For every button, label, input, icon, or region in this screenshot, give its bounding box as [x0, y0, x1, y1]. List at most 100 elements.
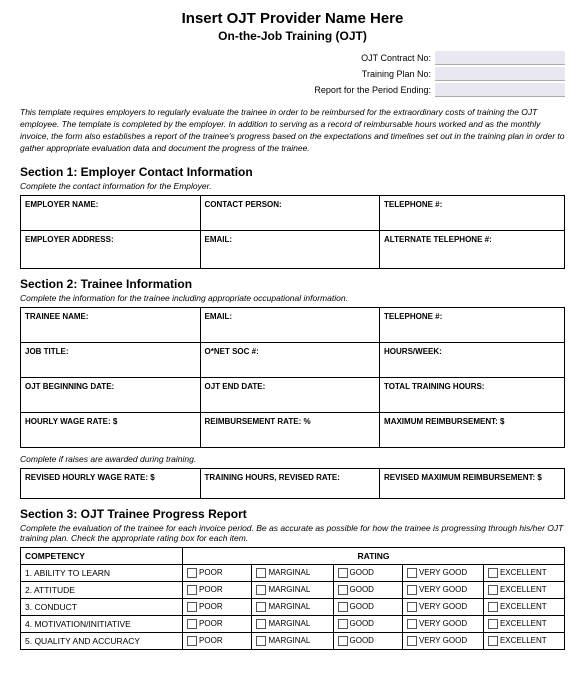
period-label: Report for the Period Ending: — [314, 85, 431, 95]
checkbox-icon[interactable] — [488, 585, 498, 595]
period-input[interactable] — [435, 83, 565, 97]
s3-item-5-marginal[interactable]: MARGINAL — [252, 632, 333, 649]
s3-item-3-excellent[interactable]: EXCELLENT — [483, 598, 564, 615]
s3-item-4-good[interactable]: GOOD — [333, 615, 402, 632]
plan-label: Training Plan No: — [362, 69, 431, 79]
section2-sub: Complete the information for the trainee… — [20, 293, 565, 303]
checkbox-icon[interactable] — [256, 568, 266, 578]
s3-item-2-good[interactable]: GOOD — [333, 581, 402, 598]
checkbox-icon[interactable] — [187, 636, 197, 646]
checkbox-icon[interactable] — [407, 619, 417, 629]
s3-item-3-good[interactable]: GOOD — [333, 598, 402, 615]
s3-header-row: COMPETENCY RATING — [21, 547, 565, 564]
s3-item-1-good[interactable]: GOOD — [333, 564, 402, 581]
s3-rating-header: RATING — [183, 547, 565, 564]
checkbox-icon[interactable] — [338, 585, 348, 595]
checkbox-icon[interactable] — [407, 585, 417, 595]
s1-r2-c2: EMAIL: — [200, 230, 380, 268]
section1-title: Section 1: Employer Contact Information — [20, 165, 565, 179]
plan-input[interactable] — [435, 67, 565, 81]
checkbox-icon[interactable] — [256, 619, 266, 629]
s3-item-3-marginal[interactable]: MARGINAL — [252, 598, 333, 615]
checkbox-icon[interactable] — [256, 585, 266, 595]
s2-r4-c2: REIMBURSEMENT RATE: % — [200, 412, 380, 447]
checkbox-icon[interactable] — [256, 602, 266, 612]
s3-item-2-excellent[interactable]: EXCELLENT — [483, 581, 564, 598]
checkbox-icon[interactable] — [187, 619, 197, 629]
s3-item-1-marginal[interactable]: MARGINAL — [252, 564, 333, 581]
s3-item-4-poor[interactable]: POOR — [183, 615, 252, 632]
s3-item-5-verygood[interactable]: VERY GOOD — [402, 632, 483, 649]
raises-sub: Complete if raises are awarded during tr… — [20, 454, 565, 464]
s2-r1-c3: TELEPHONE #: — [380, 307, 565, 342]
s3-item-1-label: 1. ABILITY TO LEARN — [21, 564, 183, 581]
s2-r3-c3: TOTAL TRAINING HOURS: — [380, 377, 565, 412]
s3-competency-header: COMPETENCY — [21, 547, 183, 564]
checkbox-icon[interactable] — [338, 568, 348, 578]
checkbox-icon[interactable] — [256, 636, 266, 646]
s3-item-3-poor[interactable]: POOR — [183, 598, 252, 615]
s3-item-3-verygood[interactable]: VERY GOOD — [402, 598, 483, 615]
s3-item-2-marginal[interactable]: MARGINAL — [252, 581, 333, 598]
s3-item-row-4: 4. MOTIVATION/INITIATIVE POOR MARGINAL G… — [21, 615, 565, 632]
section1-sub: Complete the contact information for the… — [20, 181, 565, 191]
s2-r1-c2: EMAIL: — [200, 307, 380, 342]
checkbox-icon[interactable] — [338, 619, 348, 629]
s1-row2: EMPLOYER ADDRESS: EMAIL: ALTERNATE TELEP… — [21, 230, 565, 268]
section3-table: COMPETENCY RATING 1. ABILITY TO LEARN PO… — [20, 547, 565, 650]
s2-row5: REVISED HOURLY WAGE RATE: $ TRAINING HOU… — [21, 468, 565, 498]
checkbox-icon[interactable] — [338, 636, 348, 646]
s3-item-2-label: 2. ATTITUDE — [21, 581, 183, 598]
s3-item-1-poor[interactable]: POOR — [183, 564, 252, 581]
section1-table: EMPLOYER NAME: CONTACT PERSON: TELEPHONE… — [20, 195, 565, 269]
checkbox-icon[interactable] — [187, 568, 197, 578]
s2-r1-c1: TRAINEE NAME: — [21, 307, 201, 342]
s3-item-2-verygood[interactable]: VERY GOOD — [402, 581, 483, 598]
s3-item-1-verygood[interactable]: VERY GOOD — [402, 564, 483, 581]
checkbox-icon[interactable] — [488, 619, 498, 629]
s2-r5-c3: REVISED MAXIMUM REIMBURSEMENT: $ — [380, 468, 565, 498]
s3-item-3-label: 3. CONDUCT — [21, 598, 183, 615]
section2-revised-table: REVISED HOURLY WAGE RATE: $ TRAINING HOU… — [20, 468, 565, 499]
checkbox-icon[interactable] — [187, 602, 197, 612]
checkbox-icon[interactable] — [488, 636, 498, 646]
s2-r2-c3: HOURS/WEEK: — [380, 342, 565, 377]
section2-title: Section 2: Trainee Information — [20, 277, 565, 291]
s2-r3-c2: OJT END DATE: — [200, 377, 380, 412]
s3-item-5-good[interactable]: GOOD — [333, 632, 402, 649]
s1-r1-c1: EMPLOYER NAME: — [21, 195, 201, 230]
s1-r2-c1: EMPLOYER ADDRESS: — [21, 230, 201, 268]
s1-r1-c3: TELEPHONE #: — [380, 195, 565, 230]
checkbox-icon[interactable] — [407, 568, 417, 578]
s2-row1: TRAINEE NAME: EMAIL: TELEPHONE #: — [21, 307, 565, 342]
s3-item-4-marginal[interactable]: MARGINAL — [252, 615, 333, 632]
checkbox-icon[interactable] — [407, 602, 417, 612]
s3-item-row-5: 5. QUALITY AND ACCURACY POOR MARGINAL GO… — [21, 632, 565, 649]
s3-item-2-poor[interactable]: POOR — [183, 581, 252, 598]
s3-item-5-poor[interactable]: POOR — [183, 632, 252, 649]
s2-row4: HOURLY WAGE RATE: $ REIMBURSEMENT RATE: … — [21, 412, 565, 447]
checkbox-icon[interactable] — [187, 585, 197, 595]
checkbox-icon[interactable] — [407, 636, 417, 646]
s3-item-5-excellent[interactable]: EXCELLENT — [483, 632, 564, 649]
checkbox-icon[interactable] — [338, 602, 348, 612]
s2-r3-c1: OJT BEGINNING DATE: — [21, 377, 201, 412]
top-fields: OJT Contract No: Training Plan No: Repor… — [20, 51, 565, 99]
s2-r5-c1: REVISED HOURLY WAGE RATE: $ — [21, 468, 201, 498]
s3-item-row-3: 3. CONDUCT POOR MARGINAL GOOD VERY GOOD … — [21, 598, 565, 615]
checkbox-icon[interactable] — [488, 568, 498, 578]
s3-item-5-label: 5. QUALITY AND ACCURACY — [21, 632, 183, 649]
contract-input[interactable] — [435, 51, 565, 65]
checkbox-icon[interactable] — [488, 602, 498, 612]
s1-r1-c2: CONTACT PERSON: — [200, 195, 380, 230]
s3-item-row-1: 1. ABILITY TO LEARN POOR MARGINAL GOOD V… — [21, 564, 565, 581]
s2-r4-c1: HOURLY WAGE RATE: $ — [21, 412, 201, 447]
s3-item-1-excellent[interactable]: EXCELLENT — [483, 564, 564, 581]
s2-r2-c1: JOB TITLE: — [21, 342, 201, 377]
s3-item-4-excellent[interactable]: EXCELLENT — [483, 615, 564, 632]
s1-r2-c3: ALTERNATE TELEPHONE #: — [380, 230, 565, 268]
section2-table: TRAINEE NAME: EMAIL: TELEPHONE #: JOB TI… — [20, 307, 565, 448]
s2-r5-c2: TRAINING HOURS, REVISED RATE: — [200, 468, 380, 498]
s2-row2: JOB TITLE: O*NET SOC #: HOURS/WEEK: — [21, 342, 565, 377]
s3-item-4-verygood[interactable]: VERY GOOD — [402, 615, 483, 632]
